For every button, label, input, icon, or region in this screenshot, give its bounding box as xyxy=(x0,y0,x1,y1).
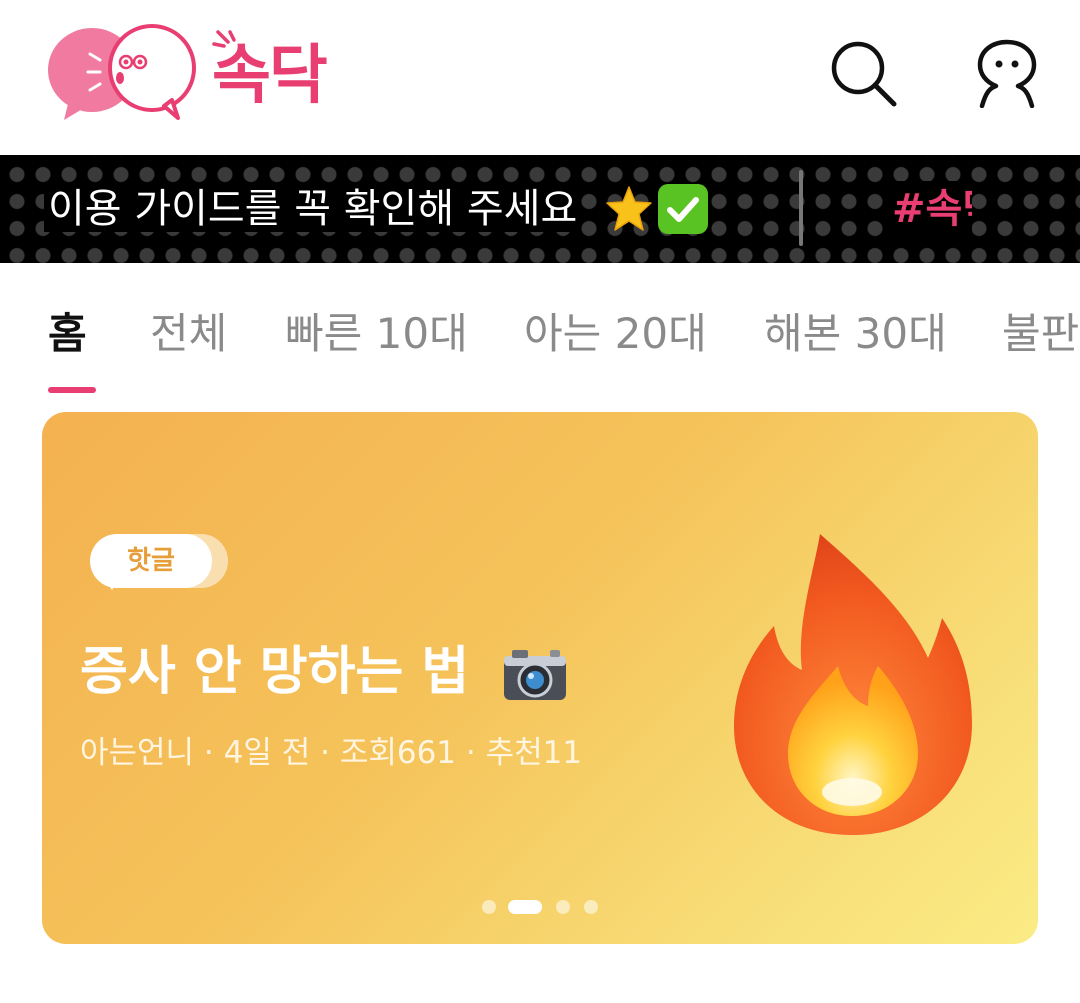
active-tab-indicator xyxy=(48,387,96,393)
ticker-notice-text[interactable]: 이용 가이드를 꼭 확인해 주세요 xyxy=(44,181,582,237)
tab-fast-10s[interactable]: 빠른 10대 xyxy=(285,304,468,364)
banner-title[interactable]: 증사 안 망하는 법 xyxy=(80,636,469,708)
tab-all[interactable]: 전체 xyxy=(150,304,227,364)
category-tabs: 홈 전체 빠른 10대 아는 20대 해본 30대 불판 xyxy=(0,290,1080,400)
banner-meta: 아는언니 · 4일 전 · 조회661 · 추천11 xyxy=(80,735,583,771)
tab-home[interactable]: 홈 xyxy=(48,304,87,364)
carousel-dot-active[interactable] xyxy=(508,900,542,914)
ticker-hashtag[interactable]: #속닥 xyxy=(892,181,972,237)
fire-emoji-icon xyxy=(734,534,972,835)
app-header: 속닥 xyxy=(0,0,1080,155)
carousel-dot[interactable] xyxy=(584,900,598,914)
tab-experienced-30s[interactable]: 해본 30대 xyxy=(764,304,947,364)
star-emoji-icon xyxy=(606,186,652,231)
profile-icon[interactable] xyxy=(972,38,1042,108)
tab-knowing-20s[interactable]: 아는 20대 xyxy=(524,304,707,364)
badge-tail xyxy=(104,578,120,590)
check-mark-emoji-icon xyxy=(658,184,708,234)
carousel-dot[interactable] xyxy=(556,900,570,914)
search-icon[interactable] xyxy=(828,38,898,108)
tab-hot-board[interactable]: 불판 xyxy=(1002,304,1079,364)
hot-post-banner[interactable]: 핫글 증사 안 망하는 법 아는언니 · 4일 전 · 조회661 · 추천11 xyxy=(42,412,1038,944)
ticker-notice-label: 이용 가이드를 꼭 확인해 주세요 xyxy=(44,186,582,232)
app-logo-text[interactable]: 속닥 xyxy=(212,36,328,116)
speech-bubble-logo-icon[interactable] xyxy=(46,20,196,120)
ticker-divider xyxy=(799,170,803,246)
camera-emoji-icon xyxy=(504,650,566,700)
carousel-dot[interactable] xyxy=(482,900,496,914)
